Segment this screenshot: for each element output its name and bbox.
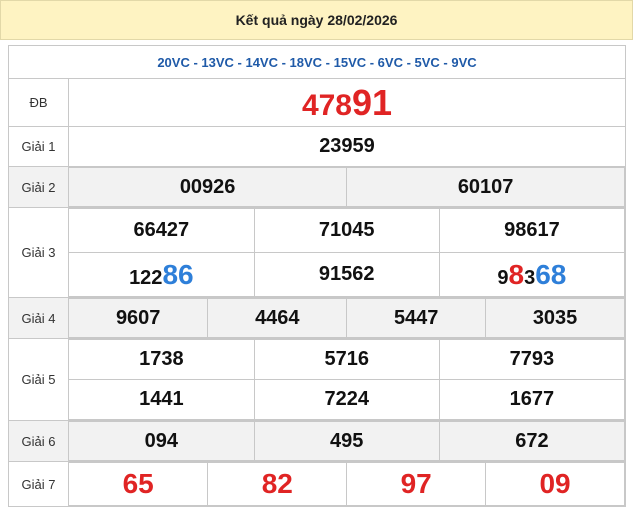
g4-value-1: 9607 [69,298,209,338]
special-prefix: 478 [301,88,352,122]
label-g5: Giải 5 [8,338,69,421]
row-g7: Giải 7 65 82 97 09 [8,461,626,507]
special-suffix: 91 [352,81,393,123]
codes-row: 20VC - 13VC - 14VC - 18VC - 15VC - 6VC -… [8,45,626,79]
g3-v6-red: 8 [508,258,525,290]
g3-value-3: 98617 [438,208,626,253]
g5-value-4: 1441 [69,379,255,420]
g4-cells: 9607 4464 5447 3035 [68,297,626,339]
row-g4: Giải 4 9607 4464 5447 3035 [8,297,626,339]
label-g6: Giải 6 [8,420,69,462]
g5-cells: 1738 5716 7793 1441 7224 1677 [68,338,626,421]
g3-value-2: 71045 [253,208,440,253]
row-g6: Giải 6 094 495 672 [8,420,626,462]
g4-value-4: 3035 [485,298,625,338]
row-g5: Giải 5 1738 5716 7793 1441 7224 1677 [8,338,626,421]
g5-value-6: 1677 [438,379,626,420]
g5-value-3: 7793 [438,339,626,380]
row-g3: Giải 3 66427 71045 98617 12286 91562 983… [8,207,626,298]
g7-value-1: 65 [69,462,209,506]
result-date-header: Kết quả ngày 28/02/2026 [0,0,633,40]
g3-v4-plain: 122 [129,266,163,289]
label-g1: Giải 1 [8,126,69,167]
g6-value-2: 495 [253,421,440,461]
g6-value-3: 672 [438,421,626,461]
row-g1: Giải 1 23959 [8,126,626,167]
label-g2: Giải 2 [8,166,69,208]
g3-value-6: 98368 [438,252,626,297]
g6-value-1: 094 [69,421,255,461]
g5-value-5: 7224 [253,379,440,420]
g6-cells: 094 495 672 [68,420,626,462]
g4-value-3: 5447 [346,298,487,338]
g7-value-4: 09 [485,462,625,506]
g7-value-2: 82 [207,462,348,506]
g3-cells: 66427 71045 98617 12286 91562 98368 [68,207,626,298]
g2-cells: 00926 60107 [68,166,626,208]
g5-value-2: 5716 [253,339,440,380]
g3-value-5: 91562 [253,252,440,297]
g3-value-1: 66427 [69,208,255,253]
label-db: ĐB [8,78,69,127]
g1-value: 23959 [68,126,626,167]
g3-v6-plain2: 3 [524,266,536,289]
row-special-prize: ĐB 47891 [8,78,626,127]
g2-value-1: 00926 [69,167,348,207]
g2-value-2: 60107 [346,167,625,207]
label-g7: Giải 7 [8,461,69,507]
lottery-result-panel: Kết quả ngày 28/02/2026 20VC - 13VC - 14… [0,0,633,527]
g3-v6-plain: 9 [497,266,509,289]
label-g3: Giải 3 [8,207,69,298]
g3-v6-blue: 68 [535,258,567,290]
label-g4: Giải 4 [8,297,69,339]
g7-cells: 65 82 97 09 [68,461,626,507]
ticket-codes: 20VC - 13VC - 14VC - 18VC - 15VC - 6VC -… [8,45,626,79]
result-table: 20VC - 13VC - 14VC - 18VC - 15VC - 6VC -… [8,45,626,507]
special-prize-number: 47891 [68,78,626,127]
g5-value-1: 1738 [69,339,255,380]
header-title: Kết quả ngày 28/02/2026 [235,12,398,28]
row-g2: Giải 2 00926 60107 [8,166,626,208]
g3-v4-blue: 86 [162,258,194,290]
g3-value-4: 12286 [69,252,255,297]
g7-value-3: 97 [346,462,487,506]
g4-value-2: 4464 [207,298,348,338]
